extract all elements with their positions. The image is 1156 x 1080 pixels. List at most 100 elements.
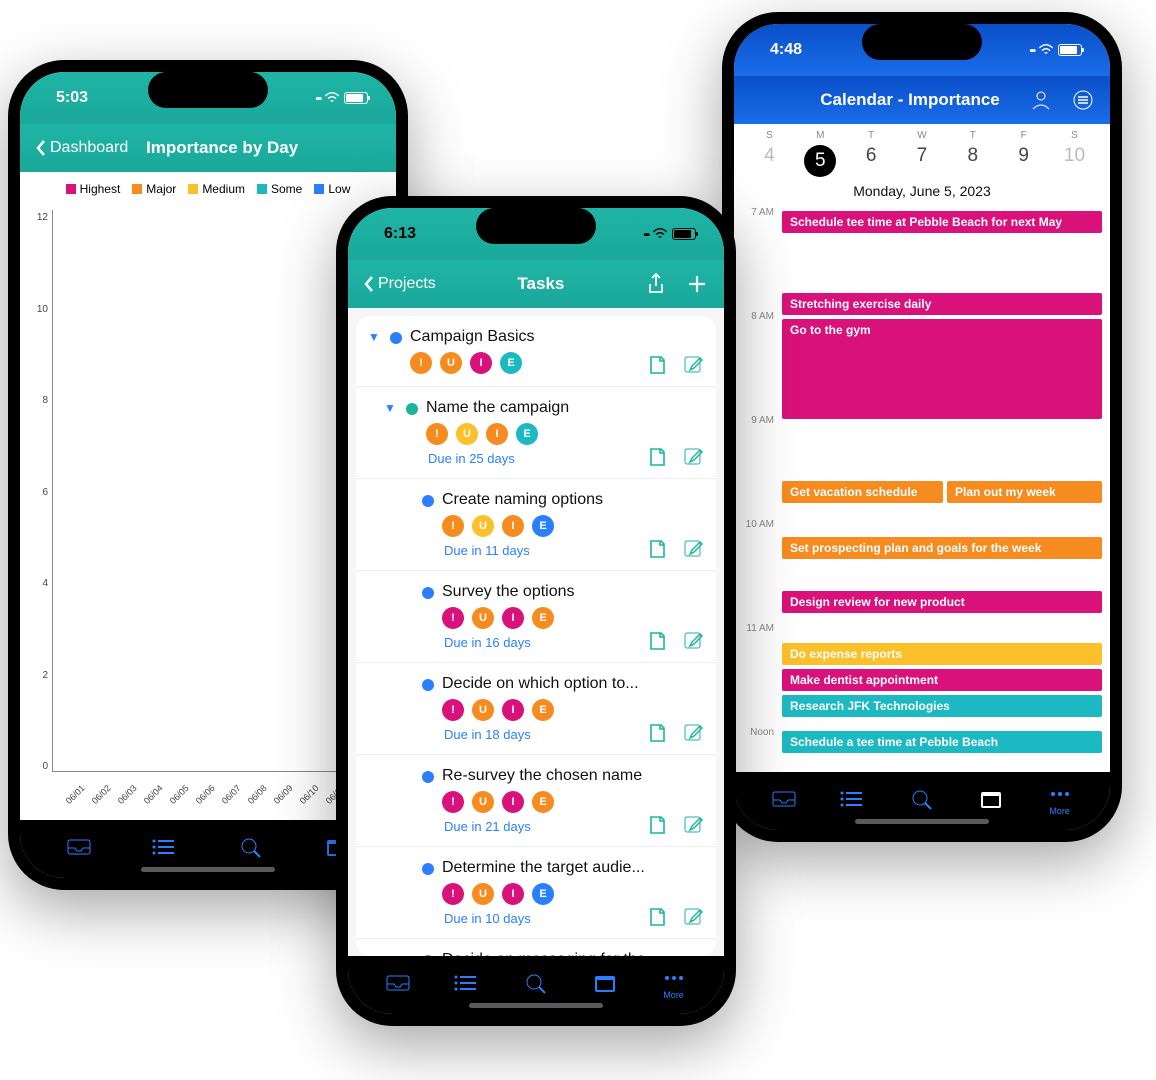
day-number: 7 xyxy=(917,145,928,167)
battery-icon xyxy=(672,228,696,240)
calendar-event[interactable]: Schedule a tee time at Pebble Beach xyxy=(782,731,1102,753)
day-column[interactable]: S10 xyxy=(1053,130,1095,177)
nav-bar: Dashboard Importance by Day xyxy=(20,124,396,172)
task-title: Determine the target audie... xyxy=(442,859,702,877)
task-badges: !UIE xyxy=(442,515,702,537)
legend-label: Some xyxy=(271,182,302,196)
tab-search[interactable] xyxy=(523,972,549,994)
priority-badge: I xyxy=(470,352,492,374)
tab-inbox[interactable] xyxy=(771,788,797,810)
tab-list[interactable] xyxy=(152,836,178,858)
cellular-icon xyxy=(1029,41,1034,59)
task-row[interactable]: Create naming options!UIEDue in 11 days xyxy=(356,479,716,571)
tab-calendar[interactable] xyxy=(978,788,1004,810)
edit-icon[interactable] xyxy=(682,354,704,376)
task-actions xyxy=(646,630,704,652)
share-icon[interactable] xyxy=(646,272,666,296)
day-column[interactable]: M5 xyxy=(799,130,841,177)
task-row[interactable]: ▼Name the campaign!UIEDue in 25 days xyxy=(356,387,716,479)
note-icon[interactable] xyxy=(646,354,668,376)
task-row[interactable]: Determine the target audie...!UIEDue in … xyxy=(356,847,716,939)
calendar-event[interactable]: Stretching exercise daily xyxy=(782,293,1102,315)
calendar-event[interactable]: Get vacation schedule xyxy=(782,481,943,503)
priority-badge: I xyxy=(502,607,524,629)
task-badges: !UIE xyxy=(442,607,702,629)
note-icon[interactable] xyxy=(646,722,668,744)
day-column[interactable]: S4 xyxy=(748,130,790,177)
back-button[interactable]: Projects xyxy=(364,275,436,293)
y-tick: 8 xyxy=(28,395,48,406)
task-row[interactable]: Decide on which option to...!UIEDue in 1… xyxy=(356,663,716,755)
day-number: 6 xyxy=(866,145,877,167)
x-label: 06/09 xyxy=(272,783,295,806)
priority-badge: E xyxy=(532,607,554,629)
tab-more-label: More xyxy=(1049,806,1070,816)
task-row[interactable]: Re-survey the chosen name!UIEDue in 21 d… xyxy=(356,755,716,847)
priority-badge: U xyxy=(472,607,494,629)
priority-badge: E xyxy=(532,791,554,813)
menu-circle-icon[interactable] xyxy=(1072,89,1094,111)
calendar-event[interactable]: Schedule tee time at Pebble Beach for ne… xyxy=(782,211,1102,233)
tab-inbox[interactable] xyxy=(385,972,411,994)
chevron-down-icon[interactable]: ▼ xyxy=(384,399,398,466)
y-axis: 121086420 xyxy=(24,210,52,772)
tab-more[interactable]: More xyxy=(1047,783,1073,816)
calendar-event[interactable]: Plan out my week xyxy=(947,481,1102,503)
task-row[interactable]: Decide on messaging for the... xyxy=(356,939,716,956)
tab-list[interactable] xyxy=(454,972,480,994)
cellular-icon xyxy=(643,225,648,243)
task-actions xyxy=(646,538,704,560)
note-icon[interactable] xyxy=(646,538,668,560)
x-label: 06/01 xyxy=(64,783,87,806)
calendar-event[interactable]: Do expense reports xyxy=(782,643,1102,665)
calendar-event[interactable]: Design review for new product xyxy=(782,591,1102,613)
task-row[interactable]: ▼Campaign Basics!UIE xyxy=(356,316,716,387)
tab-calendar[interactable] xyxy=(592,972,618,994)
priority-badge: ! xyxy=(442,515,464,537)
chevron-down-icon[interactable]: ▼ xyxy=(368,328,382,374)
tab-more-label: More xyxy=(663,990,684,1000)
tab-search[interactable] xyxy=(238,836,264,858)
calendar-event[interactable]: Research JFK Technologies xyxy=(782,695,1102,717)
back-button[interactable]: Dashboard xyxy=(36,139,128,157)
legend-item: Major xyxy=(132,182,176,196)
tab-search[interactable] xyxy=(909,788,935,810)
day-column[interactable]: T8 xyxy=(952,130,994,177)
tab-inbox[interactable] xyxy=(66,836,92,858)
edit-icon[interactable] xyxy=(682,722,704,744)
calendar-event[interactable]: Set prospecting plan and goals for the w… xyxy=(782,537,1102,559)
week-days-row: S4M5T6W7T8F9S10 xyxy=(744,130,1100,177)
battery-icon xyxy=(1058,44,1082,56)
legend-item: Highest xyxy=(66,182,121,196)
x-label: 06/07 xyxy=(220,783,243,806)
calendar-event[interactable]: Go to the gym xyxy=(782,319,1102,419)
add-icon[interactable] xyxy=(686,273,708,295)
edit-icon[interactable] xyxy=(682,814,704,836)
legend-swatch xyxy=(314,184,324,194)
chevron-left-icon xyxy=(36,139,46,157)
task-row[interactable]: Survey the options!UIEDue in 16 days xyxy=(356,571,716,663)
chevron-left-icon xyxy=(364,275,374,293)
day-column[interactable]: T6 xyxy=(850,130,892,177)
day-column[interactable]: W7 xyxy=(901,130,943,177)
edit-icon[interactable] xyxy=(682,906,704,928)
x-label: 06/06 xyxy=(194,783,217,806)
edit-icon[interactable] xyxy=(682,630,704,652)
tab-list[interactable] xyxy=(840,788,866,810)
edit-icon[interactable] xyxy=(682,538,704,560)
priority-badge: U xyxy=(472,883,494,905)
note-icon[interactable] xyxy=(646,906,668,928)
calendar-event[interactable]: Make dentist appointment xyxy=(782,669,1102,691)
note-icon[interactable] xyxy=(646,630,668,652)
day-of-week: T xyxy=(868,130,874,141)
task-bullet xyxy=(406,403,418,415)
day-schedule[interactable]: 7 AM8 AM9 AM10 AM11 AMNoon Schedule tee … xyxy=(734,207,1110,772)
edit-icon[interactable] xyxy=(682,446,704,468)
y-tick: 0 xyxy=(28,761,48,772)
profile-icon[interactable] xyxy=(1030,89,1052,111)
tab-more[interactable]: More xyxy=(661,967,687,1000)
home-indicator xyxy=(855,819,989,824)
note-icon[interactable] xyxy=(646,814,668,836)
day-column[interactable]: F9 xyxy=(1003,130,1045,177)
note-icon[interactable] xyxy=(646,446,668,468)
